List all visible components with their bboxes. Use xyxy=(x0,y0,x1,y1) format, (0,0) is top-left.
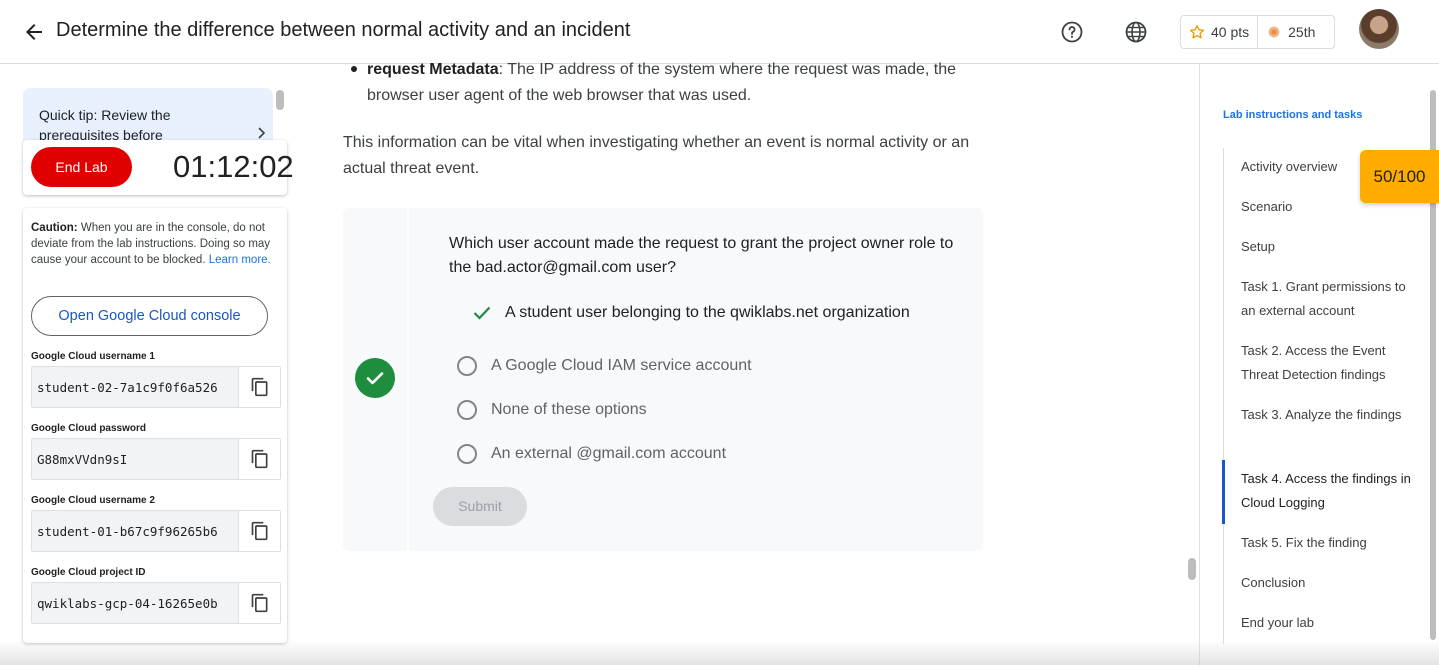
bullet-term: request Metadata xyxy=(367,61,499,78)
toc-item-setup[interactable]: Setup xyxy=(1241,235,1411,259)
check-circle-icon xyxy=(355,358,395,398)
end-lab-button[interactable]: End Lab xyxy=(31,147,132,187)
toc-item-conclusion[interactable]: Conclusion xyxy=(1241,571,1411,595)
project-id-field: qwiklabs-gcp-04-16265e0b xyxy=(31,582,281,624)
correct-answer: A student user belonging to the qwiklabs… xyxy=(473,304,910,322)
rank-stat: 25th xyxy=(1257,16,1323,48)
toc-item-task-2[interactable]: Task 2. Access the Event Threat Detectio… xyxy=(1241,339,1411,387)
quiz-option-label: None of these options xyxy=(491,401,647,418)
back-arrow-icon[interactable] xyxy=(22,20,46,44)
info-paragraph: This information can be vital when inves… xyxy=(343,134,970,177)
league-badge-icon xyxy=(1268,26,1280,38)
top-bar: Determine the difference between normal … xyxy=(0,0,1439,64)
score-badge: 50/100 xyxy=(1360,150,1439,203)
username-2-value[interactable]: student-01-b67c9f96265b6 xyxy=(37,524,227,539)
radio-button[interactable] xyxy=(457,400,477,420)
quick-tip-text: Quick tip: Review the prerequisites befo… xyxy=(39,107,171,143)
panel-divider xyxy=(1199,64,1200,665)
project-id-value[interactable]: qwiklabs-gcp-04-16265e0b xyxy=(37,596,227,611)
toc-active-indicator xyxy=(1222,460,1225,524)
help-icon[interactable] xyxy=(1060,20,1084,44)
points-stat: 40 pts xyxy=(1181,16,1257,48)
copy-icon[interactable] xyxy=(238,439,280,479)
quiz-option-label: A Google Cloud IAM service account xyxy=(491,357,752,374)
quiz-option[interactable]: A Google Cloud IAM service account xyxy=(457,356,752,376)
username-1-label: Google Cloud username 1 xyxy=(31,351,155,362)
project-id-label: Google Cloud project ID xyxy=(31,567,146,578)
username-1-field: student-02-7a1c9f0f6a526 xyxy=(31,366,281,408)
page-title: Determine the difference between normal … xyxy=(56,19,631,41)
username-1-value[interactable]: student-02-7a1c9f0f6a526 xyxy=(37,380,227,395)
radio-button[interactable] xyxy=(457,444,477,464)
password-field: G88mxVVdn9sI xyxy=(31,438,281,480)
lab-timer: 01:12:02 xyxy=(173,149,294,184)
language-globe-icon[interactable] xyxy=(1124,20,1148,44)
caution-label: Caution: xyxy=(31,222,78,234)
correct-answer-text: A student user belonging to the qwiklabs… xyxy=(505,304,910,321)
left-panel-scrollbar[interactable] xyxy=(276,90,284,110)
username-2-label: Google Cloud username 2 xyxy=(31,495,155,506)
rank-value: 25th xyxy=(1288,24,1316,40)
copy-icon[interactable] xyxy=(238,583,280,623)
caution-message: Caution: When you are in the console, do… xyxy=(31,220,283,268)
content-scrollbar[interactable] xyxy=(1188,558,1196,580)
quick-tip-card[interactable]: Quick tip: Review the prerequisites befo… xyxy=(23,88,273,144)
radio-button[interactable] xyxy=(457,356,477,376)
credentials-card: Caution: When you are in the console, do… xyxy=(23,208,287,643)
lab-timer-card: End Lab 01:12:02 xyxy=(23,140,294,195)
quiz-option[interactable]: An external @gmail.com account xyxy=(457,444,726,464)
toc-item-task-4[interactable]: Task 4. Access the findings in Cloud Log… xyxy=(1241,467,1411,515)
bottom-shadow xyxy=(0,640,1439,665)
toc-item-end-lab[interactable]: End your lab xyxy=(1241,611,1411,635)
toc-heading[interactable]: Lab instructions and tasks xyxy=(1223,109,1362,121)
points-value: 40 pts xyxy=(1211,24,1250,40)
quiz-divider xyxy=(407,208,409,551)
bullet-point xyxy=(351,66,357,72)
copy-icon[interactable] xyxy=(238,511,280,551)
metadata-bullet: request Metadata: The IP address of the … xyxy=(367,57,987,109)
toc-item-task-5[interactable]: Task 5. Fix the finding xyxy=(1241,531,1411,555)
checkmark-icon xyxy=(473,306,491,320)
star-icon xyxy=(1189,25,1205,39)
open-console-button[interactable]: Open Google Cloud console xyxy=(31,296,268,336)
username-2-field: student-01-b67c9f96265b6 xyxy=(31,510,281,552)
user-avatar[interactable] xyxy=(1359,9,1399,49)
points-rank-badge[interactable]: 40 pts 25th xyxy=(1180,15,1335,49)
learn-more-link[interactable]: Learn more. xyxy=(209,254,271,266)
toc-track xyxy=(1223,148,1224,644)
toc-item-task-3[interactable]: Task 3. Analyze the findings xyxy=(1241,403,1411,427)
password-value[interactable]: G88mxVVdn9sI xyxy=(37,452,227,467)
password-label: Google Cloud password xyxy=(31,423,147,434)
quiz-option-label: An external @gmail.com account xyxy=(491,445,727,462)
toc-item-task-1[interactable]: Task 1. Grant permissions to an external… xyxy=(1241,275,1411,323)
copy-icon[interactable] xyxy=(238,367,280,407)
quiz-card: Which user account made the request to g… xyxy=(343,208,983,551)
quiz-question: Which user account made the request to g… xyxy=(449,235,954,276)
quiz-option[interactable]: None of these options xyxy=(457,400,647,420)
submit-button[interactable]: Submit xyxy=(433,487,527,526)
